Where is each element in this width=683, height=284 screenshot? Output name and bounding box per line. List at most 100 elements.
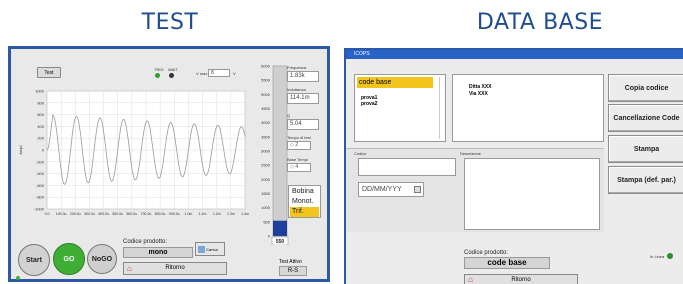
record-editor: Codice DD/MM/YYY Descrizione	[346, 148, 604, 232]
bar-tick-label: 1000	[261, 205, 271, 210]
y-tick-label: 800	[37, 100, 44, 105]
date-input[interactable]: DD/MM/YYY	[358, 182, 424, 197]
induttanza-value: 114.1m	[287, 93, 319, 104]
bar-tick-label: 1500	[261, 191, 271, 196]
window-titlebar: ICOPS	[346, 50, 683, 59]
trig-led-icon	[155, 73, 160, 78]
x-tick-label: 800.0u	[155, 212, 166, 216]
x-tick-label: 500.0u	[112, 212, 123, 216]
bar-tick-label: 3500	[261, 134, 271, 139]
y-tick-label: -200	[36, 159, 45, 164]
info-line: Via XXX	[469, 91, 488, 97]
codice-prodotto-label: Codice prodotto:	[464, 250, 509, 256]
bar-tick-label: 5000	[261, 92, 271, 97]
bar-tick-label: 4500	[261, 106, 271, 111]
x-tick-label: 900.0u	[169, 212, 180, 216]
trig-label: TRIG	[154, 67, 164, 72]
level-bar-meter: 6000550050004500400035003000250020001500…	[261, 64, 289, 245]
wait-label: WAIT	[168, 67, 178, 72]
status-led-icon	[16, 276, 20, 280]
x-tick-label: 0.0	[45, 212, 50, 216]
waveform-chart: 1000 800 600 400 200 0 -200 -400 -600 -800 -10000.…	[18, 89, 249, 217]
q-value: 5.04	[287, 119, 319, 130]
tempo-test-label: Tempo di test	[287, 135, 311, 140]
test-button[interactable]: Test	[37, 67, 61, 78]
bar-tick-label: 2000	[261, 177, 271, 182]
y-tick-label: -800	[36, 195, 45, 200]
y-tick-label: -600	[36, 183, 45, 188]
copia-codice-button[interactable]: Copia codice	[608, 74, 683, 102]
descrizione-textarea[interactable]	[464, 158, 600, 230]
codice-label: Codice	[354, 151, 367, 156]
base-tempi-input[interactable]: ◇ 4	[287, 163, 311, 172]
frequenza-value: 1.83k	[287, 71, 319, 82]
vmax-input[interactable]: 8	[208, 69, 230, 77]
test-heading: TEST	[141, 10, 199, 35]
y-tick-label: 400	[37, 124, 44, 129]
database-heading: DATA BASE	[476, 10, 604, 35]
x-tick-label: 200.0u	[70, 212, 81, 216]
tempo-test-input[interactable]: ◇ 2	[287, 141, 311, 150]
code-list[interactable]: code base prova1 prova2	[354, 74, 446, 142]
test-attivo-value: R-S	[279, 266, 307, 276]
coil-type-option[interactable]: Trif.	[290, 207, 319, 217]
bar-tick-label: 6000	[261, 64, 271, 69]
y-axis-label: Ampl	[18, 145, 23, 154]
induttanza-label: Induttanza	[287, 87, 306, 92]
test-panel: Test TRIG WAIT V max 8 V 1000 800 600 400 20…	[8, 46, 330, 282]
coil-type-selector[interactable]: Bobina Monot. Trif.	[288, 185, 321, 218]
in-linea-label: In Linea	[650, 254, 665, 259]
codice-prodotto-value: code base	[464, 257, 550, 269]
measurement-fields: Frequenza 1.83k Induttanza 114.1m Q 5.04…	[287, 65, 323, 190]
bar-tick-label: 5500	[261, 78, 271, 83]
y-tick-label: 600	[37, 112, 44, 117]
load-icon	[198, 246, 205, 254]
calendar-icon[interactable]	[414, 186, 421, 193]
home-icon: ⌂	[127, 264, 132, 273]
x-tick-label: 600.0u	[126, 212, 137, 216]
ritorno-button[interactable]: ⌂ Ritorno	[464, 274, 578, 284]
bar-tick-label: 500	[263, 219, 270, 224]
q-label: Q	[287, 113, 291, 118]
test-attivo-label: Test Attivo	[279, 259, 302, 265]
nogo-indicator: NoGO	[87, 244, 117, 274]
y-tick-label: 200	[37, 136, 44, 141]
carica-button[interactable]: Carica	[195, 242, 225, 256]
x-tick-label: 100.0u	[56, 212, 67, 216]
x-tick-label: 400.0u	[98, 212, 109, 216]
home-icon: ⌂	[468, 275, 473, 284]
code-list-header[interactable]: code base	[357, 77, 433, 88]
stampa-button[interactable]: Stampa	[608, 135, 683, 163]
list-item[interactable]: prova2	[361, 101, 377, 107]
company-info-box: Ditta XXX Via XXX	[452, 74, 604, 142]
x-tick-label: 700.0u	[141, 212, 152, 216]
go-indicator: GO	[53, 243, 85, 275]
bar-tick-label: 0	[268, 234, 271, 239]
ritorno-button[interactable]: ⌂ Ritorno	[123, 262, 227, 275]
x-tick-label: 1.2m	[213, 212, 221, 216]
stampa-def-par-button[interactable]: Stampa (def. par.)	[608, 166, 683, 194]
base-tempi-label: Base Tempi	[287, 157, 308, 162]
bar-value: 550	[276, 239, 285, 245]
bar-tick-label: 2500	[261, 163, 271, 168]
x-tick-label: 300.0u	[84, 212, 95, 216]
vmax-unit: V	[233, 71, 236, 76]
bar-tick-label: 4000	[261, 120, 271, 125]
codice-prodotto-value: mono	[123, 247, 193, 258]
coil-type-option[interactable]: Bobina	[290, 187, 319, 197]
codice-prodotto-label: Codice prodotto:	[123, 239, 168, 245]
codice-input[interactable]	[358, 158, 456, 176]
wait-led-icon	[169, 73, 174, 78]
coil-type-option[interactable]: Monot.	[290, 197, 319, 207]
database-panel: ICOPS code base prova1 prova2 Ditta XXX …	[344, 48, 683, 284]
bar-fill	[273, 220, 287, 236]
vmax-label: V max	[196, 71, 208, 76]
cancellazione-code-button[interactable]: Cancellazione Code	[608, 104, 683, 132]
start-button[interactable]: Start	[18, 244, 50, 276]
x-tick-label: 1.3m	[227, 212, 235, 216]
list-scrollbar[interactable]	[439, 77, 444, 139]
y-tick-label: 0	[42, 148, 45, 153]
y-tick-label: -1000	[34, 207, 45, 212]
in-linea-led-icon	[667, 253, 673, 259]
frequenza-label: Frequenza	[287, 65, 307, 70]
